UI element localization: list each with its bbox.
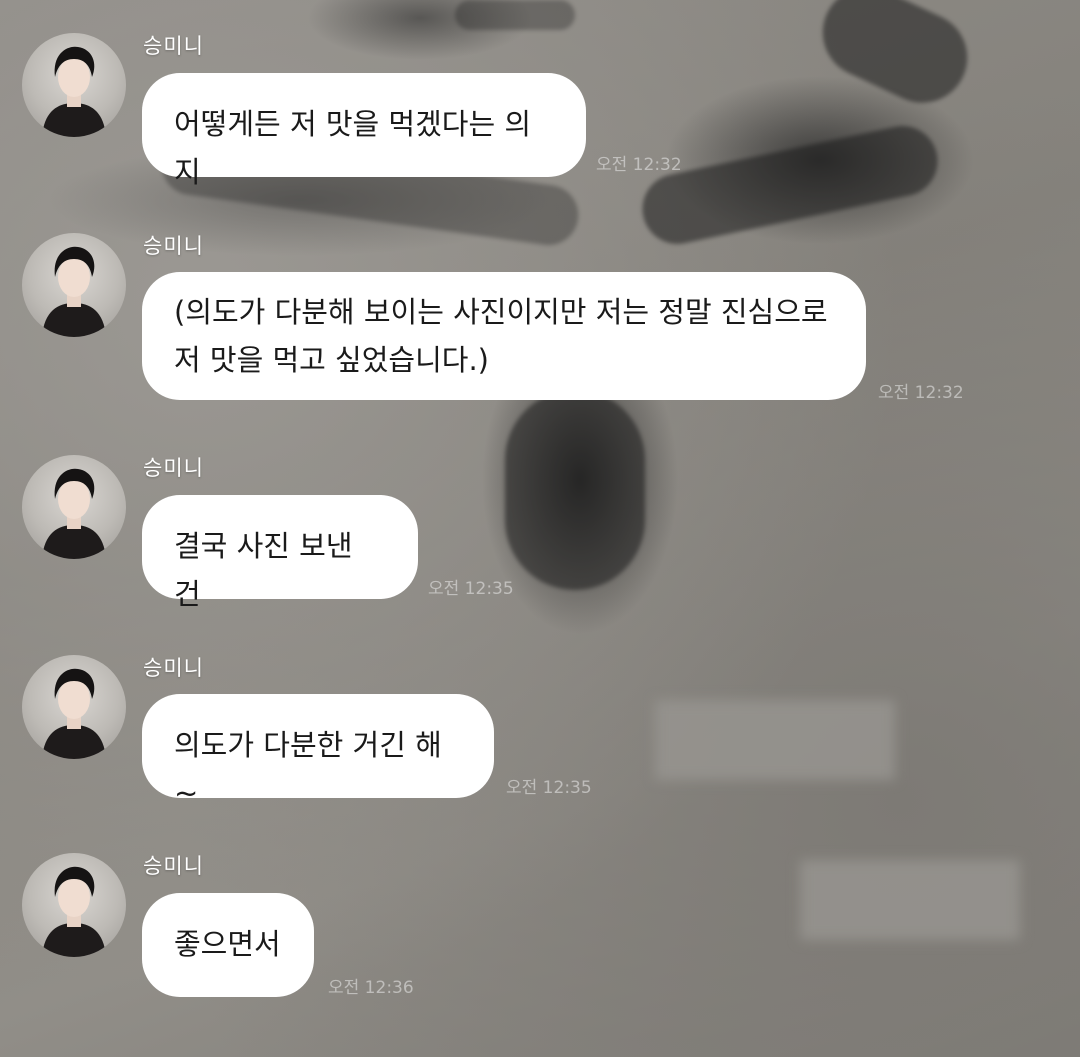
message-bubble[interactable]: 좋으면서 [142, 893, 314, 997]
sender-name: 승미니 [143, 34, 204, 58]
profile-photo-icon [42, 866, 106, 957]
background-stroke [505, 390, 645, 590]
message-bubble[interactable]: 의도가 다분한 거긴 해~ [142, 694, 494, 810]
message-bubble[interactable]: (의도가 다분해 보이는 사진이지만 저는 정말 진심으로 저 맛을 먹고 싶었… [142, 272, 866, 400]
message-time: 오전 12:32 [878, 383, 964, 403]
blurred-patch [800, 860, 1020, 940]
message-time: 오전 12:35 [428, 579, 514, 599]
message-bubble[interactable]: 어떻게든 저 맛을 먹겠다는 의지 [142, 73, 586, 189]
background-stroke [636, 119, 944, 251]
avatar[interactable] [22, 33, 126, 137]
avatar[interactable] [22, 853, 126, 957]
avatar[interactable] [22, 655, 126, 759]
background-stroke [455, 0, 575, 30]
profile-photo-icon [42, 468, 106, 559]
sender-name: 승미니 [143, 234, 204, 258]
message-time: 오전 12:32 [596, 155, 682, 175]
avatar[interactable] [22, 233, 126, 337]
message-bubble[interactable]: 결국 사진 보낸 건 [142, 495, 418, 611]
message-time: 오전 12:36 [328, 978, 414, 998]
message-time: 오전 12:35 [506, 778, 592, 798]
profile-photo-icon [42, 668, 106, 759]
blurred-patch [655, 700, 895, 780]
background-stroke [808, 0, 982, 118]
sender-name: 승미니 [143, 854, 204, 878]
avatar[interactable] [22, 455, 126, 559]
sender-name: 승미니 [143, 456, 204, 480]
profile-photo-icon [42, 246, 106, 337]
sender-name: 승미니 [143, 656, 204, 680]
profile-photo-icon [42, 46, 106, 137]
